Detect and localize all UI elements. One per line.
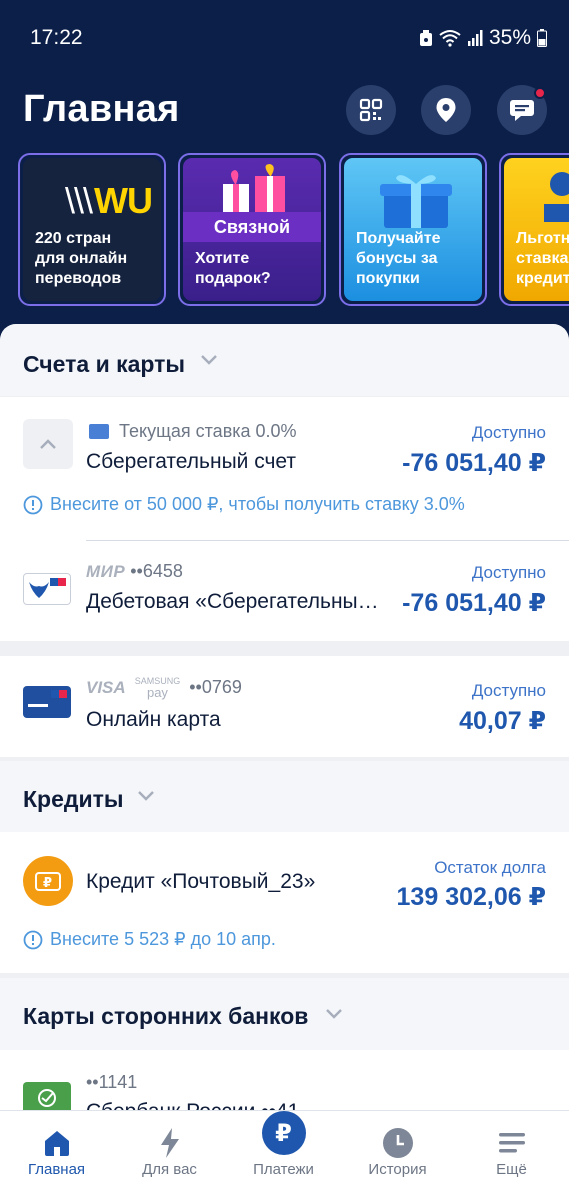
story-credit[interactable]: Льготн ставка кредит (499, 153, 569, 306)
story-bonuses[interactable]: Получайте бонусы за покупки (339, 153, 487, 306)
location-button[interactable] (421, 85, 471, 135)
online-card-row[interactable]: VISA SAMSUNG pay ••0769 Онлайн карта Дос… (0, 656, 569, 757)
chat-button[interactable] (497, 85, 547, 135)
eagle-icon (29, 582, 49, 598)
online-card-number: VISA SAMSUNG pay ••0769 (86, 676, 242, 701)
savings-amount: -76 051,40 ₽ (402, 449, 546, 477)
accounts-section-header[interactable]: Счета и карты (0, 324, 569, 396)
third-party-card-row[interactable]: ••1141 Сбербанк России ••41 (0, 1050, 569, 1114)
nav-tab-more[interactable]: Ещё (455, 1111, 568, 1200)
visa-logo: VISA (86, 678, 126, 697)
story-svyaznoy[interactable]: Связной Хотите подарок? (178, 153, 326, 306)
third-party-section-header[interactable]: Карты сторонних банков (0, 978, 569, 1050)
savings-account-row[interactable]: Текущая ставка 0.0% Сберегательный счет … (0, 397, 569, 540)
section-title: Счета и карты (23, 351, 186, 377)
location-pin-icon (436, 98, 456, 122)
menu-icon (490, 1121, 534, 1165)
samsung-pay-logo: SAMSUNG pay (134, 676, 181, 701)
svg-text:₽: ₽ (43, 876, 52, 891)
accounts-card-group: Текущая ставка 0.0% Сберегательный счет … (0, 397, 569, 641)
credit-row[interactable]: ₽ Кредит «Почтовый_23» Остаток долга 139… (0, 832, 569, 973)
info-icon (23, 495, 43, 514)
debit-card-row[interactable]: МИР ••6458 Дебетовая «Сберегательны… Дос… (0, 541, 569, 641)
credit-notice[interactable]: Внесите 5 523 ₽ до 10 апр. (23, 929, 276, 950)
passbook-icon (89, 424, 109, 439)
status-time: 17:22 (30, 26, 83, 49)
signal-icon (467, 30, 483, 46)
battery-percent: 35% (488, 26, 531, 49)
visa-card-image (23, 686, 71, 718)
online-amount: 40,07 ₽ (459, 707, 546, 735)
debit-card-name: Дебетовая «Сберегательны… (86, 590, 379, 613)
status-icons: 35% (419, 26, 547, 50)
wifi-icon (439, 29, 461, 47)
clock-icon (376, 1121, 420, 1165)
savings-name: Сберегательный счет (86, 450, 297, 473)
chat-icon (510, 100, 534, 121)
page-title: Главная (23, 88, 180, 130)
info-icon (23, 930, 43, 949)
story-western-union[interactable]: \\\WU 220 стран для онлайн переводов (18, 153, 166, 306)
available-label: Доступно (471, 423, 546, 442)
chevron-down-icon (326, 1009, 342, 1019)
home-icon (35, 1121, 79, 1165)
online-card-name: Онлайн карта (86, 708, 221, 731)
nav-tab-history[interactable]: История (341, 1111, 454, 1200)
battery-icon (537, 29, 547, 47)
stories-carousel[interactable]: \\\WU 220 стран для онлайн переводов Свя… (0, 153, 569, 308)
wu-logo: \\\WU (65, 180, 153, 221)
story-text: Хотите подарок? (195, 250, 271, 287)
savings-rate: Текущая ставка 0.0% (119, 421, 297, 441)
third-party-card-number: ••1141 (86, 1072, 138, 1092)
credit-wallet-icon: ₽ (23, 856, 73, 906)
nav-tab-home[interactable]: Главная (0, 1111, 113, 1200)
percent-icon (544, 172, 569, 222)
app-header: 17:22 35% Главная \\\WU 220 стран для он… (0, 0, 569, 360)
debt-amount: 139 302,06 ₽ (396, 883, 546, 911)
main-content[interactable]: Счета и карты Текущая ставка 0.0% Сберег… (0, 324, 569, 1114)
ruble-icon: ₽ (261, 1111, 306, 1155)
story-text: 220 стран для онлайн переводов (35, 230, 128, 287)
available-label: Доступно (471, 563, 546, 582)
nav-tab-payments[interactable]: ₽ Платежи (227, 1111, 340, 1200)
section-title: Кредиты (23, 786, 124, 812)
gift-box-icon (380, 175, 452, 228)
gift-icon (223, 164, 285, 212)
lightning-icon (148, 1121, 192, 1165)
story-text: Получайте бонусы за покупки (356, 230, 441, 287)
bottom-navigation: Главная Для вас ₽ Платежи История Ещё (0, 1110, 569, 1200)
available-label: Доступно (471, 681, 546, 700)
collapse-button[interactable] (23, 419, 73, 469)
savings-notice[interactable]: Внесите от 50 000 ₽, чтобы получить став… (23, 494, 465, 515)
section-title: Карты сторонних банков (23, 1003, 309, 1029)
credits-section-header[interactable]: Кредиты (0, 761, 569, 832)
svyaznoy-logo: Связной (183, 212, 321, 242)
alarm-icon (419, 29, 433, 47)
mir-card-image (23, 573, 71, 605)
debt-label: Остаток долга (434, 858, 546, 877)
notification-badge (534, 87, 546, 99)
status-bar: 17:22 35% (0, 0, 569, 76)
story-text: Льготн ставка кредит (516, 230, 569, 287)
mir-logo: МИР (86, 562, 126, 581)
qr-scan-button[interactable] (346, 85, 396, 135)
credit-name: Кредит «Почтовый_23» (86, 870, 316, 893)
qr-icon (359, 98, 383, 122)
chevron-up-icon (40, 439, 56, 449)
debit-amount: -76 051,40 ₽ (402, 589, 546, 617)
nav-tab-for-you[interactable]: Для вас (113, 1111, 226, 1200)
chevron-down-icon (201, 355, 217, 365)
debit-card-number: МИР ••6458 (86, 561, 183, 581)
chevron-down-icon (138, 791, 154, 801)
